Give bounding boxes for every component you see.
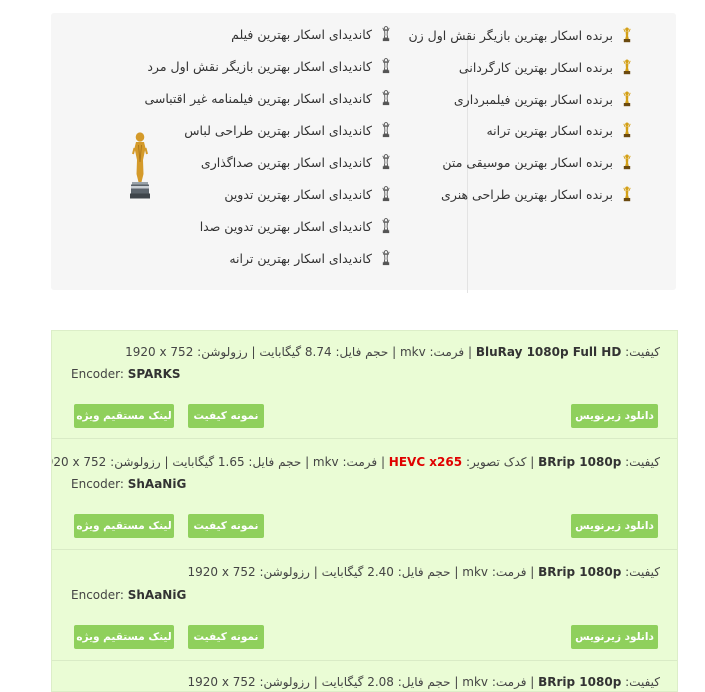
oscar-statue-icon [130, 132, 150, 199]
subtitle-download-button[interactable]: دانلود زیرنویس [571, 514, 658, 538]
encoder-label: Encoder: SPARKS [71, 367, 181, 381]
oscar-trophy-icon [620, 122, 634, 138]
award-winner-item: برنده اسکار بهترین ترانه [486, 122, 634, 138]
award-winner-item: برنده اسکار بهترین موسیقی متن [442, 154, 634, 170]
direct-link-button[interactable]: لینک مستقیم ویژه [74, 625, 174, 649]
download-item: کیفیت: BRrip 1080p | کدک تصویر: HEVC x26… [52, 439, 677, 550]
award-nominee-item: کاندیدای اسکار بهترین بازیگر نقش اول مرد [147, 58, 393, 74]
oscar-trophy-icon [620, 186, 634, 202]
award-nominee-item: کاندیدای اسکار بهترین فیلمنامه غیر اقتبا… [144, 90, 393, 106]
award-label: کاندیدای اسکار بهترین بازیگر نقش اول مرد [147, 58, 372, 74]
award-label: کاندیدای اسکار بهترین تدوین [224, 186, 372, 202]
award-label: کاندیدای اسکار بهترین فیلم [231, 26, 372, 42]
award-winner-item: برنده اسکار بهترین فیلمبرداری [454, 91, 634, 107]
award-nominee-item: کاندیدای اسکار بهترین ترانه [229, 250, 393, 266]
award-label: کاندیدای اسکار بهترین فیلمنامه غیر اقتبا… [144, 90, 372, 106]
oscar-trophy-icon [620, 91, 634, 107]
oscar-trophy-icon [620, 59, 634, 75]
oscar-nomination-icon [379, 58, 393, 74]
oscar-nomination-icon [379, 218, 393, 234]
award-winner-item: برنده اسکار بهترین طراحی هنری [441, 186, 634, 202]
oscar-nomination-icon [379, 122, 393, 138]
quality-sample-button[interactable]: نمونه کیفیت [188, 625, 264, 649]
download-item: کیفیت: BRrip 1080p | فرمت: mkv | حجم فای… [52, 550, 677, 661]
award-label: کاندیدای اسکار بهترین صداگذاری [200, 154, 372, 170]
award-nominee-item: کاندیدای اسکار بهترین صداگذاری [201, 154, 393, 170]
award-label: برنده اسکار بهترین کارگردانی [458, 59, 613, 75]
oscar-nomination-icon [379, 186, 393, 202]
direct-link-button[interactable]: لینک مستقیم ویژه [74, 514, 174, 538]
quality-sample-button[interactable]: نمونه کیفیت [188, 514, 264, 538]
award-label: برنده اسکار بهترین بازیگر نقش اول زن [408, 27, 613, 43]
subtitle-download-button[interactable]: دانلود زیرنویس [571, 625, 658, 649]
award-label: برنده اسکار بهترین فیلمبرداری [453, 91, 613, 107]
award-nominee-item: کاندیدای اسکار بهترین تدوین صدا [200, 218, 393, 234]
encoder-label: Encoder: ShAaNiG [71, 477, 187, 491]
oscar-trophy-icon [620, 27, 634, 43]
awards-panel: برنده اسکار بهترین بازیگر نقش اول زن برن… [51, 13, 676, 293]
award-label: برنده اسکار بهترین طراحی هنری [441, 186, 613, 202]
oscar-nomination-icon [379, 154, 393, 170]
award-nominee-item: کاندیدای اسکار بهترین فیلم [231, 26, 393, 42]
award-winner-item: برنده اسکار بهترین کارگردانی [459, 59, 634, 75]
award-label: کاندیدای اسکار بهترین تدوین صدا [199, 218, 372, 234]
award-label: برنده اسکار بهترین موسیقی متن [442, 154, 613, 170]
award-nominee-item: کاندیدای اسکار بهترین تدوین [224, 186, 393, 202]
download-panel: کیفیت: BluRay 1080p Full HD | فرمت: mkv … [51, 330, 678, 692]
award-winner-item: برنده اسکار بهترین بازیگر نقش اول زن [408, 27, 634, 43]
direct-link-button[interactable]: لینک مستقیم ویژه [74, 404, 174, 428]
award-label: برنده اسکار بهترین ترانه [486, 122, 613, 138]
encoder-label: Encoder: ShAaNiG [71, 588, 187, 602]
award-nominee-item: کاندیدای اسکار بهترین طراحی لباس [184, 122, 393, 138]
file-info: کیفیت: BluRay 1080p Full HD | فرمت: mkv … [125, 345, 660, 359]
award-label: کاندیدای اسکار بهترین طراحی لباس [184, 122, 372, 138]
oscar-nomination-icon [379, 26, 393, 42]
download-item: کیفیت: BRrip 1080p | فرمت: mkv | حجم فای… [52, 661, 677, 691]
subtitle-download-button[interactable]: دانلود زیرنویس [571, 404, 658, 428]
oscar-nomination-icon [379, 90, 393, 106]
download-item: کیفیت: BluRay 1080p Full HD | فرمت: mkv … [52, 331, 677, 439]
quality-sample-button[interactable]: نمونه کیفیت [188, 404, 264, 428]
file-info: کیفیت: BRrip 1080p | کدک تصویر: HEVC x26… [52, 455, 660, 469]
award-label: کاندیدای اسکار بهترین ترانه [229, 250, 372, 266]
file-info: کیفیت: BRrip 1080p | فرمت: mkv | حجم فای… [187, 565, 660, 579]
file-info: کیفیت: BRrip 1080p | فرمت: mkv | حجم فای… [187, 675, 660, 689]
oscar-nomination-icon [379, 250, 393, 266]
oscar-trophy-icon [620, 154, 634, 170]
